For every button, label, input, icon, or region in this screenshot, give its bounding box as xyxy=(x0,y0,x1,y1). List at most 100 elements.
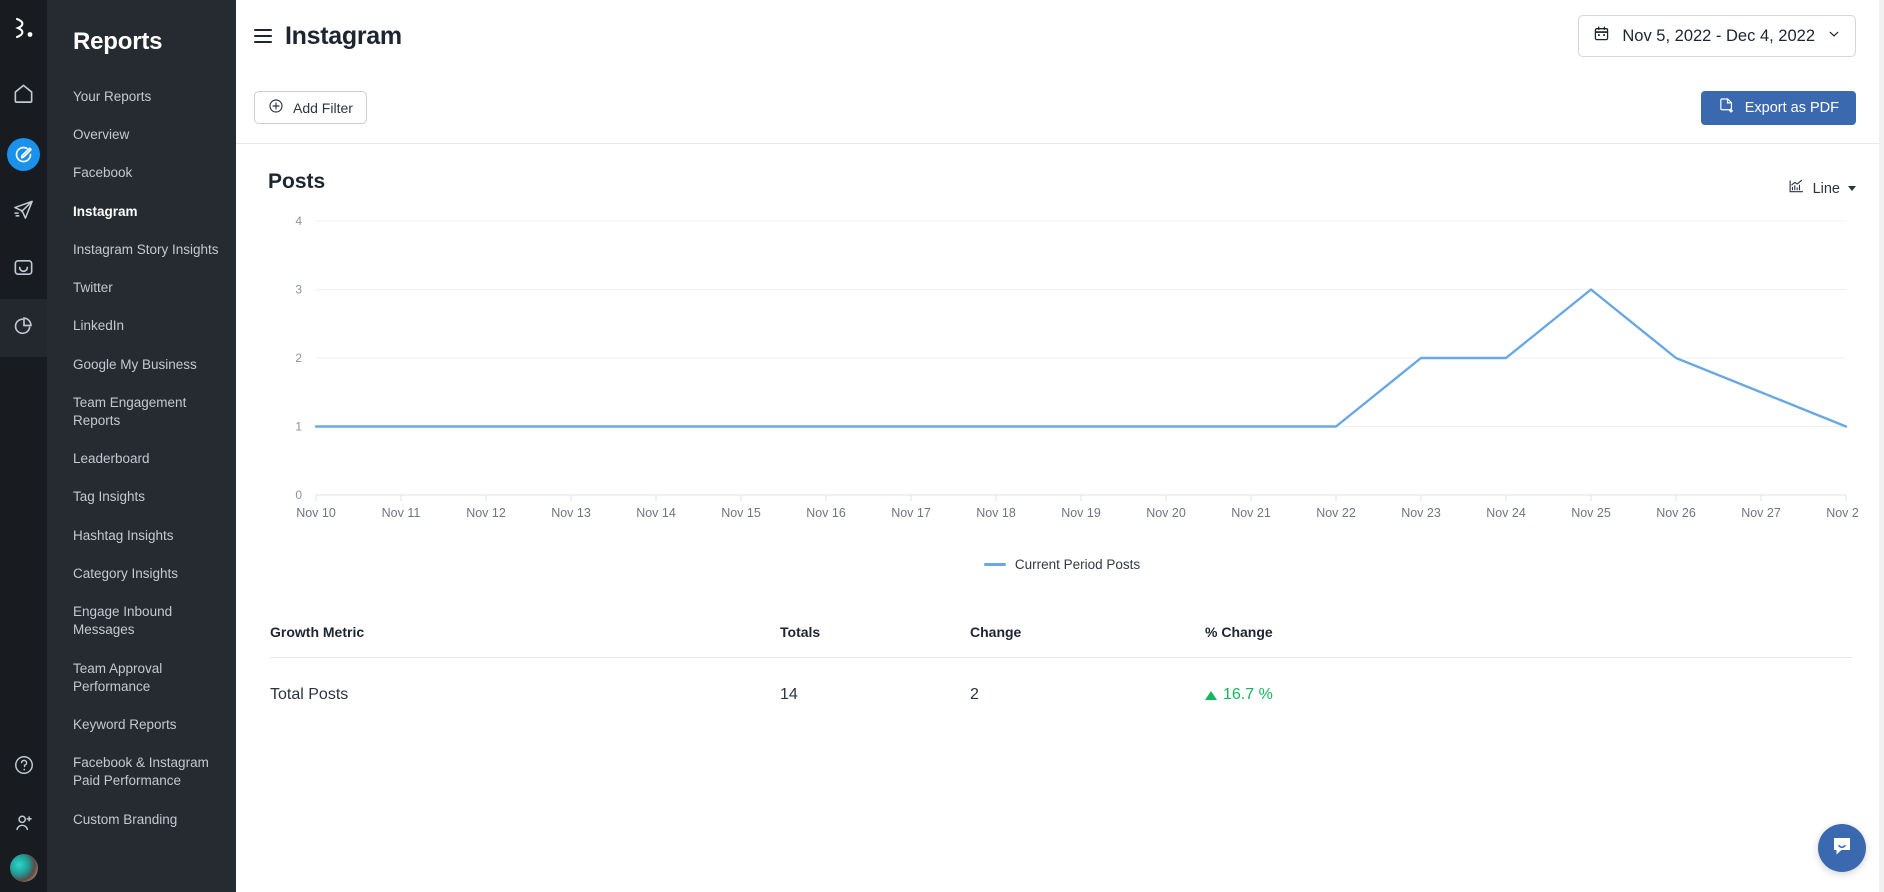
svg-text:Nov 26: Nov 26 xyxy=(1656,506,1696,520)
svg-text:Nov 19: Nov 19 xyxy=(1061,506,1101,520)
home-icon xyxy=(12,82,35,110)
cell-metric-name: Total Posts xyxy=(270,658,780,704)
hamburger-icon[interactable] xyxy=(254,29,272,44)
caret-down-icon xyxy=(1848,186,1856,191)
cell-change: 2 xyxy=(970,658,1205,704)
svg-text:2: 2 xyxy=(295,351,302,365)
inbox-icon xyxy=(12,256,35,284)
rail-item-analytics[interactable] xyxy=(0,299,47,357)
sidebar-item-instagram-story-insights[interactable]: Instagram Story Insights xyxy=(47,231,236,269)
sidebar-title: Reports xyxy=(47,0,236,78)
help-icon xyxy=(13,754,35,781)
chart-title: Posts xyxy=(268,170,325,194)
legend-label-current-period-posts: Current Period Posts xyxy=(1015,557,1140,572)
sidebar-item-twitter[interactable]: Twitter xyxy=(47,269,236,307)
growth-metric-table: Growth Metric Totals Change % Change Tot… xyxy=(270,624,1852,705)
date-range-text: Nov 5, 2022 - Dec 4, 2022 xyxy=(1622,27,1815,46)
column-header-pct-change: % Change xyxy=(1205,624,1852,640)
compose-icon xyxy=(7,138,40,171)
rail-item-engage[interactable] xyxy=(0,183,47,241)
add-filter-label: Add Filter xyxy=(293,100,353,116)
sidebar-item-hashtag-insights[interactable]: Hashtag Insights xyxy=(47,517,236,555)
rail-bottom-group xyxy=(0,738,47,892)
svg-text:Nov 21: Nov 21 xyxy=(1231,506,1271,520)
sidebar-item-leaderboard[interactable]: Leaderboard xyxy=(47,440,236,478)
rail-item-invite[interactable] xyxy=(0,796,47,854)
legend-swatch-current-period-posts xyxy=(984,563,1006,566)
svg-text:Nov 28: Nov 28 xyxy=(1826,506,1858,520)
sidebar-item-custom-branding[interactable]: Custom Branding xyxy=(47,801,236,839)
chat-bubble-button[interactable] xyxy=(1818,824,1866,872)
page-scrollbar[interactable] xyxy=(1879,0,1884,892)
svg-text:Nov 24: Nov 24 xyxy=(1486,506,1526,520)
svg-text:Nov 16: Nov 16 xyxy=(806,506,846,520)
file-download-icon xyxy=(1718,97,1735,118)
chart-card-header: Posts Line xyxy=(268,170,1856,199)
chat-bubble-icon xyxy=(1830,834,1854,863)
svg-text:Nov 13: Nov 13 xyxy=(551,506,591,520)
analytics-icon xyxy=(12,314,35,342)
svg-text:Nov 11: Nov 11 xyxy=(382,506,421,520)
sidebar-item-facebook-instagram-paid-performance[interactable]: Facebook & Instagram Paid Performance xyxy=(47,744,236,800)
avatar[interactable] xyxy=(10,854,38,882)
rail-item-help[interactable] xyxy=(0,738,47,796)
sidebar-item-overview[interactable]: Overview xyxy=(47,116,236,154)
svg-text:4: 4 xyxy=(295,214,302,228)
icon-rail xyxy=(0,0,47,892)
sidebar-item-your-reports[interactable]: Your Reports xyxy=(47,78,236,116)
add-user-icon xyxy=(13,812,35,839)
sidebar-item-team-approval-performance[interactable]: Team Approval Performance xyxy=(47,650,236,706)
svg-text:Nov 17: Nov 17 xyxy=(891,506,931,520)
svg-text:0: 0 xyxy=(295,488,302,502)
chevron-down-icon xyxy=(1827,27,1841,46)
cell-totals: 14 xyxy=(780,658,970,704)
rail-item-publish[interactable] xyxy=(0,125,47,183)
posts-line-chart[interactable]: 01234Nov 10Nov 11Nov 12Nov 13Nov 14Nov 1… xyxy=(268,213,1858,543)
chart-plot-area[interactable]: 01234Nov 10Nov 11Nov 12Nov 13Nov 14Nov 1… xyxy=(268,213,1856,543)
svg-text:Nov 18: Nov 18 xyxy=(976,506,1016,520)
calendar-icon xyxy=(1593,25,1610,47)
table-header-row: Growth Metric Totals Change % Change xyxy=(270,624,1852,658)
sidebar-item-google-my-business[interactable]: Google My Business xyxy=(47,346,236,384)
sidebar-item-instagram[interactable]: Instagram xyxy=(47,193,236,231)
cell-pct-change: 16.7 % xyxy=(1205,658,1852,705)
svg-text:Nov 10: Nov 10 xyxy=(296,506,336,520)
svg-text:Nov 25: Nov 25 xyxy=(1571,506,1611,520)
svg-text:Nov 14: Nov 14 xyxy=(636,506,676,520)
svg-text:Nov 12: Nov 12 xyxy=(466,506,506,520)
rail-item-inbox[interactable] xyxy=(0,241,47,299)
sidebar-item-facebook[interactable]: Facebook xyxy=(47,154,236,192)
page-title-text: Instagram xyxy=(285,22,402,51)
svg-text:Nov 15: Nov 15 xyxy=(721,506,761,520)
sidebar-item-engage-inbound-messages[interactable]: Engage Inbound Messages xyxy=(47,593,236,649)
export-pdf-label: Export as PDF xyxy=(1745,100,1839,116)
sidebar-item-team-engagement-reports[interactable]: Team Engagement Reports xyxy=(47,384,236,440)
column-header-growth-metric: Growth Metric xyxy=(270,624,780,640)
sidebar-item-keyword-reports[interactable]: Keyword Reports xyxy=(47,706,236,744)
page-title: Instagram xyxy=(254,22,402,51)
rail-item-home[interactable] xyxy=(0,67,47,125)
filter-bar: Add Filter Export as PDF xyxy=(236,72,1884,144)
pct-change-value: 16.7 % xyxy=(1223,686,1273,704)
sidebar-item-tag-insights[interactable]: Tag Insights xyxy=(47,478,236,516)
export-pdf-button[interactable]: Export as PDF xyxy=(1701,91,1856,125)
sidebar-item-category-insights[interactable]: Category Insights xyxy=(47,555,236,593)
brand-logo[interactable] xyxy=(11,16,37,47)
column-header-change: Change xyxy=(970,624,1205,640)
svg-text:1: 1 xyxy=(295,420,302,434)
add-filter-button[interactable]: Add Filter xyxy=(254,91,367,124)
svg-text:Nov 23: Nov 23 xyxy=(1401,506,1441,520)
sidebar-item-linkedin[interactable]: LinkedIn xyxy=(47,307,236,345)
svg-text:Nov 22: Nov 22 xyxy=(1316,506,1356,520)
chart-legend: Current Period Posts xyxy=(268,557,1856,572)
svg-text:Nov 27: Nov 27 xyxy=(1741,506,1781,520)
triangle-up-icon xyxy=(1205,691,1217,700)
main-content: Instagram Nov 5, 2022 - Dec 4, 2022 xyxy=(236,0,1884,892)
date-range-picker[interactable]: Nov 5, 2022 - Dec 4, 2022 xyxy=(1578,15,1856,57)
app-root: Reports Your Reports Overview Facebook I… xyxy=(0,0,1884,892)
chart-type-label: Line xyxy=(1813,181,1840,197)
chart-type-dropdown[interactable]: Line xyxy=(1788,178,1856,199)
plus-circle-icon xyxy=(268,98,284,117)
column-header-totals: Totals xyxy=(780,624,970,640)
svg-text:Nov 20: Nov 20 xyxy=(1146,506,1186,520)
